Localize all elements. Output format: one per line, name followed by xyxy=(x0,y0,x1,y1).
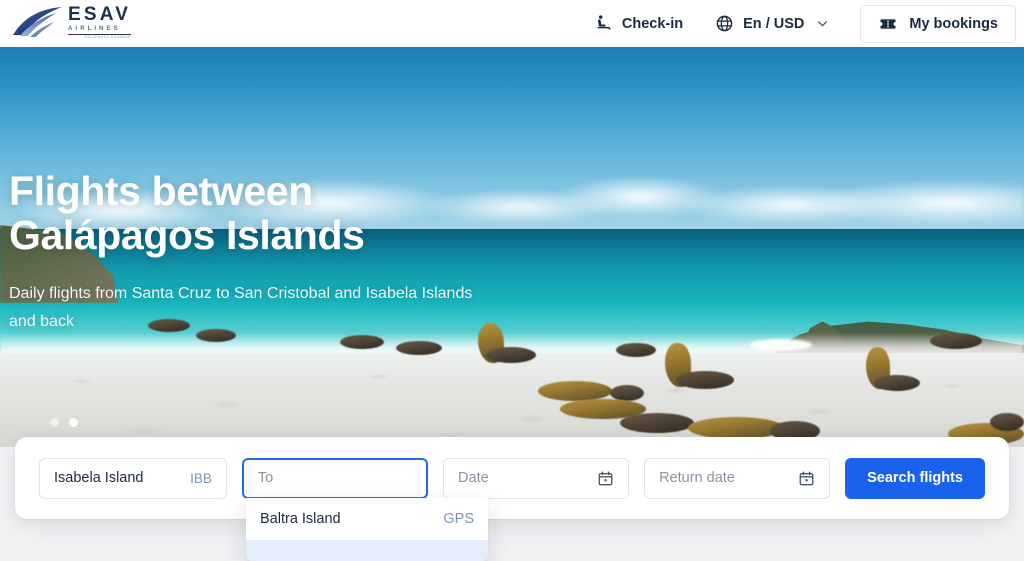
sea-lion xyxy=(486,347,536,363)
ticket-icon xyxy=(880,18,896,29)
carousel-dot-active[interactable] xyxy=(69,418,78,427)
search-flights-button[interactable]: Search flights xyxy=(845,457,985,499)
nav-item-locale[interactable]: En / USD xyxy=(699,0,846,47)
page-root: Flights between Galápagos Islands Daily … xyxy=(0,0,1024,561)
sea-lion xyxy=(538,381,612,401)
carousel-dot[interactable] xyxy=(50,418,59,427)
departure-date-input[interactable]: Date xyxy=(443,457,630,499)
sea-lion xyxy=(396,341,442,355)
return-date-input[interactable]: Return date xyxy=(644,457,831,499)
nav-item-locale-label: En / USD xyxy=(743,15,805,32)
page-title: Flights between Galápagos Islands xyxy=(9,169,499,258)
destination-input[interactable]: To xyxy=(241,457,429,499)
sea-lion xyxy=(930,333,982,349)
sea-lion xyxy=(990,413,1024,431)
airline-seat-icon xyxy=(597,15,611,30)
carousel-dots xyxy=(50,418,78,427)
sea-lion xyxy=(616,343,656,357)
departure-date-placeholder: Date xyxy=(458,470,489,486)
globe-icon xyxy=(716,15,733,32)
hero-subtitle: Daily flights from Santa Cruz to San Cri… xyxy=(9,284,473,330)
logo-wordmark: ESAV AIRLINES GALAPAGOS ECUADOR xyxy=(68,3,132,39)
my-bookings-button[interactable]: My bookings xyxy=(860,4,1016,43)
calendar-icon[interactable] xyxy=(597,470,614,487)
nav-item-checkin[interactable]: Check-in xyxy=(578,0,699,47)
flight-search-form: Isabela Island IBB To Date Return date S… xyxy=(15,437,1009,519)
suggestion-item[interactable]: Baltra Island GPS xyxy=(246,498,488,540)
origin-code: IBB xyxy=(190,470,212,486)
suggestion-label: Baltra Island xyxy=(260,511,341,527)
sea-lion xyxy=(676,371,734,389)
logo-tagline: GALAPAGOS ECUADOR xyxy=(84,34,132,39)
esav-swoosh-icon xyxy=(13,7,62,37)
suggestion-code: GPS xyxy=(443,511,474,527)
chevron-down-icon xyxy=(818,21,828,27)
origin-value: Isabela Island xyxy=(54,470,144,486)
header-nav: Check-in En / USD My bookings xyxy=(578,0,1016,47)
logo[interactable]: ESAV AIRLINES GALAPAGOS ECUADOR xyxy=(10,3,132,40)
hero-banner: Flights between Galápagos Islands Daily … xyxy=(0,47,1024,447)
logo-name: ESAV xyxy=(68,3,132,25)
suggestion-item-highlighted[interactable] xyxy=(246,540,488,561)
return-date-placeholder: Return date xyxy=(659,470,735,486)
destination-placeholder: To xyxy=(257,470,274,486)
hero-copy: Flights between Galápagos Islands Daily … xyxy=(9,169,499,336)
sea-lion xyxy=(874,375,920,391)
sea-lion xyxy=(340,335,384,349)
destination-suggestions-dropdown: Baltra Island GPS xyxy=(246,498,488,561)
origin-input[interactable]: Isabela Island IBB xyxy=(39,457,227,499)
hero-title-line1: Flights between xyxy=(9,168,313,214)
sea-lion xyxy=(620,413,694,433)
hero-title-line2: Galápagos Islands xyxy=(9,212,365,259)
my-bookings-label: My bookings xyxy=(909,15,998,32)
logo-subtitle: AIRLINES xyxy=(68,25,121,32)
calendar-icon[interactable] xyxy=(798,470,815,487)
site-header: ESAV AIRLINES GALAPAGOS ECUADOR Check-in xyxy=(0,0,1024,47)
nav-item-checkin-label: Check-in xyxy=(621,15,684,32)
